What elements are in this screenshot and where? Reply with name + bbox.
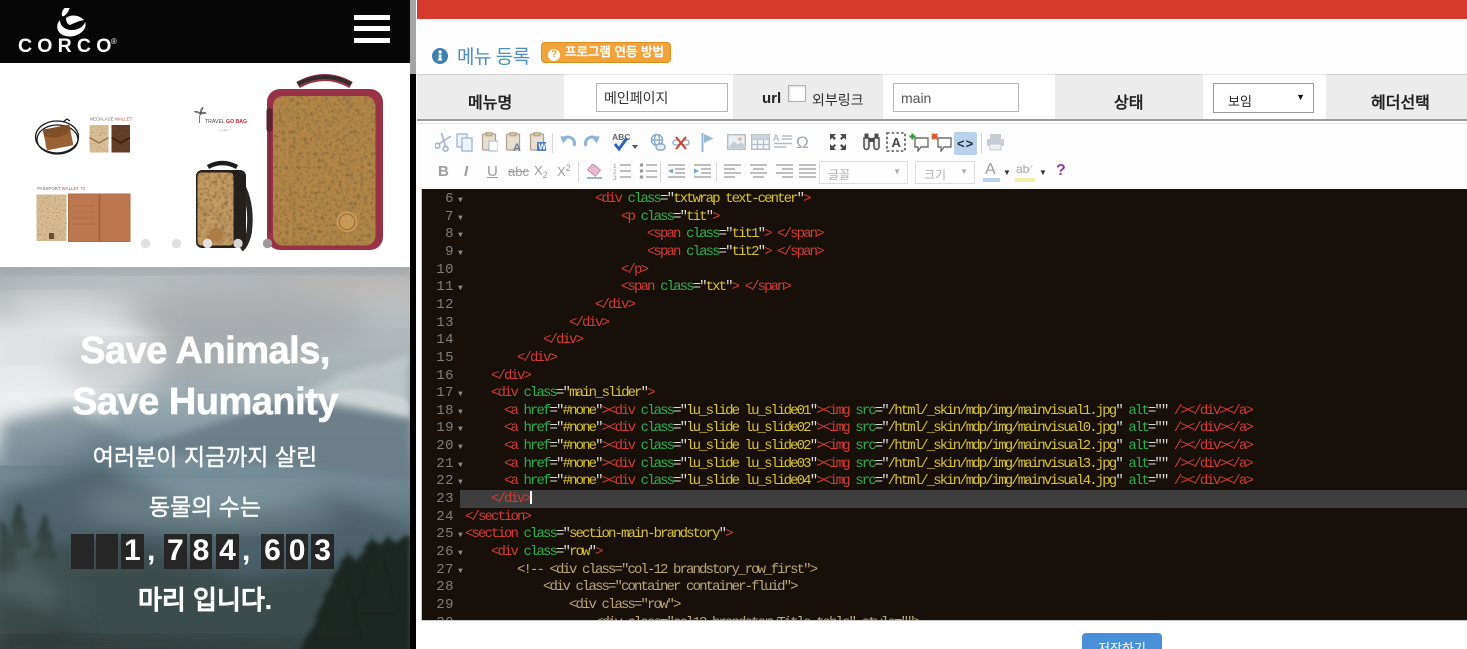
svg-text:®: ® <box>111 37 117 46</box>
svg-text:CORK 7: CORK 7 <box>219 129 231 133</box>
svg-text:A: A <box>892 135 902 150</box>
svg-text:TRAVEL GO BAG: TRAVEL GO BAG <box>205 119 247 125</box>
svg-text:ABC: ABC <box>612 132 630 142</box>
svg-text:A: A <box>773 133 779 143</box>
svg-text:CORCO: CORCO <box>18 35 117 53</box>
svg-text:3: 3 <box>613 175 617 180</box>
svg-text:A: A <box>513 142 521 152</box>
svg-text:W: W <box>539 143 547 152</box>
svg-text:NECKLACE WALLET: NECKLACE WALLET <box>90 117 133 122</box>
svg-text:PASSPORT WALLET 70: PASSPORT WALLET 70 <box>37 186 86 191</box>
